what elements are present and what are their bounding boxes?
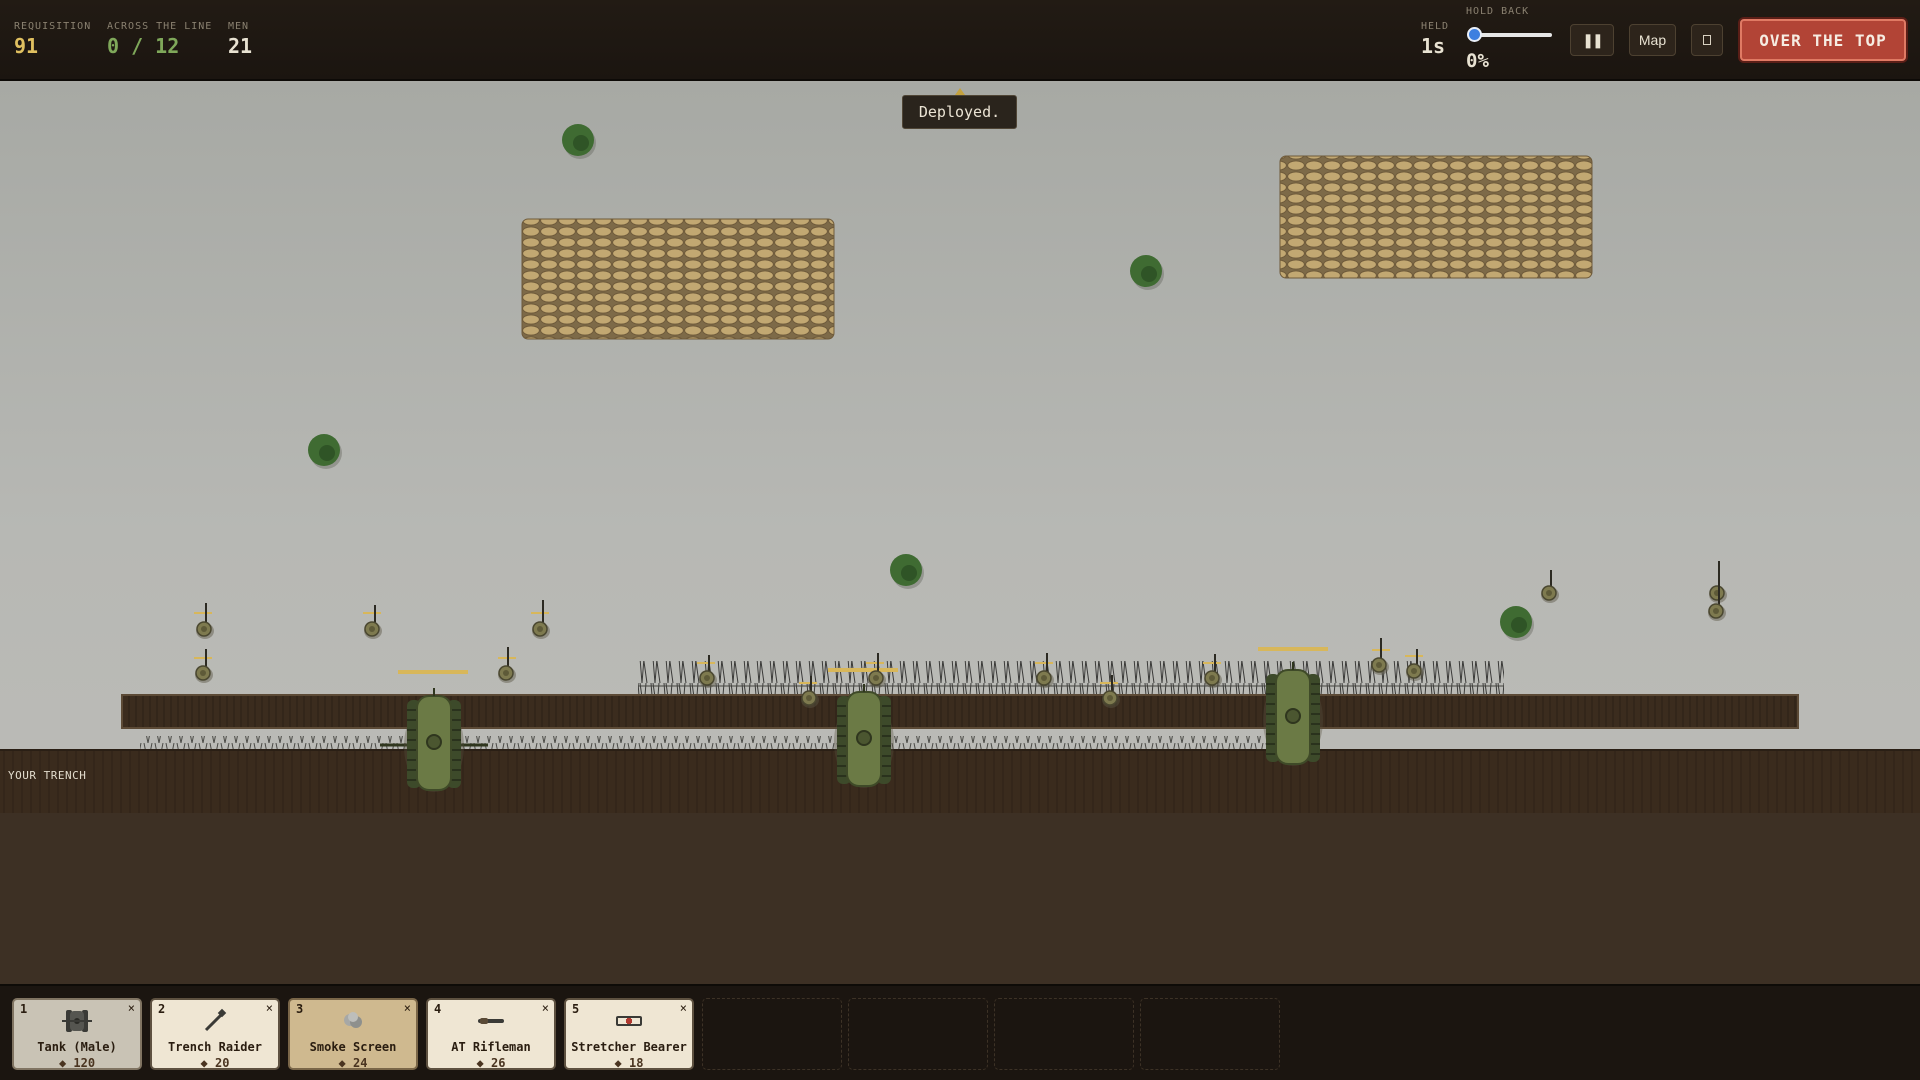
deploy-card-smoke-screen[interactable]: 3 × Smoke Screen ◆ 24 <box>288 998 418 1070</box>
card-name: Stretcher Bearer <box>571 1040 687 1054</box>
rear-ground <box>0 813 1920 984</box>
men-stat: MEN 21 <box>228 21 252 58</box>
forward-trench <box>121 694 1799 729</box>
empty-card-slot <box>994 998 1134 1070</box>
top-hud: REQUISITION 91 ACROSS THE LINE 0 / 12 ME… <box>0 0 1920 81</box>
battlefield-canvas[interactable] <box>0 83 1920 984</box>
raider-icon <box>152 1008 278 1034</box>
deploy-card-trench-raider[interactable]: 2 × Trench Raider ◆ 20 <box>150 998 280 1070</box>
your-trench <box>0 749 1920 813</box>
card-cost: ◆ 120 <box>58 1056 96 1070</box>
card-name: AT Rifleman <box>451 1040 531 1054</box>
deploy-card-at-rifleman[interactable]: 4 × AT Rifleman ◆ 26 <box>426 998 556 1070</box>
card-name: Smoke Screen <box>309 1040 397 1054</box>
deploy-bar: 1 × Tank (Male) ◆ 120 2 × Trench Raider … <box>0 984 1920 1080</box>
deploy-card-stretcher-bearer[interactable]: 5 × Stretcher Bearer ◆ 18 <box>564 998 694 1070</box>
hold-back-slider-track[interactable] <box>1474 33 1552 37</box>
hold-back-slider[interactable] <box>1466 25 1552 43</box>
rifle-icon <box>428 1008 554 1034</box>
your-trench-label: YOUR TRENCH <box>8 769 87 782</box>
requisition-label: REQUISITION <box>14 21 92 32</box>
smoke-icon <box>290 1008 416 1034</box>
battlefield[interactable] <box>0 83 1920 984</box>
map-button[interactable]: Map <box>1629 24 1676 56</box>
empty-card-slot <box>702 998 842 1070</box>
hold-back-label: HOLD BACK <box>1466 6 1530 17</box>
deploy-card-tank[interactable]: 1 × Tank (Male) ◆ 120 <box>12 998 142 1070</box>
stretcher-icon <box>566 1008 692 1034</box>
fullscreen-icon <box>1703 35 1711 45</box>
card-cost: ◆ 26 <box>476 1056 506 1070</box>
sandbag-wall-left <box>521 218 835 340</box>
held-stat: HELD 1s <box>1421 21 1449 58</box>
card-name: Trench Raider <box>168 1040 262 1054</box>
hold-back-value: 0% <box>1466 50 1489 72</box>
across-line-label: ACROSS THE LINE <box>107 21 213 32</box>
requisition-stat: REQUISITION 91 <box>14 21 91 58</box>
card-name: Tank (Male) <box>37 1040 117 1054</box>
fullscreen-button[interactable] <box>1691 24 1723 56</box>
requisition-value: 91 <box>14 34 39 58</box>
hold-back-slider-thumb[interactable] <box>1467 27 1482 42</box>
held-label: HELD <box>1421 21 1450 32</box>
tank-icon <box>14 1008 140 1034</box>
men-label: MEN <box>228 21 250 32</box>
deploy-toast: Deployed. <box>902 95 1017 129</box>
pause-button[interactable]: ❚❚ <box>1570 24 1614 56</box>
card-cost: ◆ 24 <box>338 1056 368 1070</box>
across-line-value: 0 / 12 <box>107 34 180 58</box>
card-cost: ◆ 18 <box>614 1056 644 1070</box>
held-value: 1s <box>1421 34 1446 58</box>
toast-pointer <box>955 88 965 95</box>
over-the-top-button[interactable]: OVER THE TOP <box>1740 19 1906 61</box>
men-value: 21 <box>228 34 253 58</box>
empty-card-slot <box>848 998 988 1070</box>
card-cost: ◆ 20 <box>200 1056 230 1070</box>
empty-card-slot <box>1140 998 1280 1070</box>
across-line-stat: ACROSS THE LINE 0 / 12 <box>107 21 212 58</box>
sandbag-wall-right <box>1279 155 1593 279</box>
